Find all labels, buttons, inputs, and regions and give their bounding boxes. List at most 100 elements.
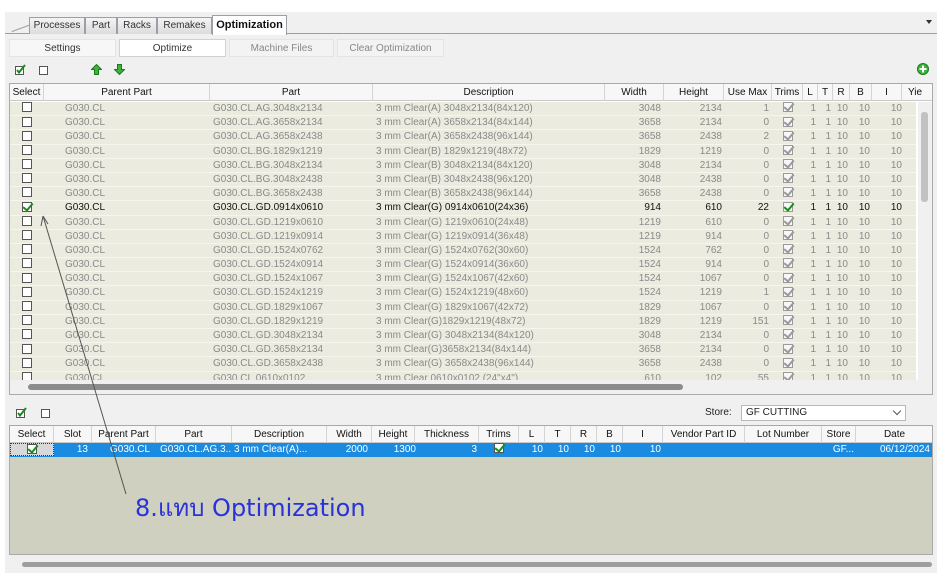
- select-checkbox[interactable]: [22, 329, 32, 340]
- part-row-sel[interactable]: [10, 130, 44, 144]
- tab-remakes[interactable]: Remakes: [157, 17, 212, 34]
- part-row[interactable]: G030.CL G030.CL.GD.1219x0914 3 mm Clear(G)…: [10, 229, 916, 244]
- col-height[interactable]: Height: [664, 84, 724, 101]
- select-checkbox[interactable]: [22, 286, 32, 297]
- select-checkbox[interactable]: [22, 343, 32, 354]
- trims-checkbox[interactable]: [782, 159, 793, 170]
- col-width[interactable]: Width: [605, 84, 664, 101]
- col-yield[interactable]: Yie: [902, 84, 932, 101]
- col-trims[interactable]: Trims: [772, 84, 803, 101]
- parts-horizontal-scrollbar[interactable]: [10, 380, 932, 394]
- col-trims[interactable]: Trims: [479, 426, 519, 443]
- part-row[interactable]: G030.CL G030.CL.BG.3048x2134 3 mm Clear(B)…: [10, 158, 916, 173]
- col-thickness[interactable]: Thickness: [415, 426, 479, 443]
- trims-checkbox[interactable]: [782, 144, 793, 155]
- part-row-sel[interactable]: [10, 215, 44, 230]
- trims-checkbox[interactable]: [782, 300, 793, 311]
- col-slot[interactable]: Slot: [54, 426, 92, 443]
- col-l[interactable]: L: [519, 426, 545, 443]
- part-row-sel[interactable]: [10, 357, 44, 371]
- col-parent-part[interactable]: Parent Part: [92, 426, 156, 443]
- part-row[interactable]: G030.CL G030.CL.GD.1524x0914 3 mm Clear(G)…: [10, 258, 916, 273]
- col-i[interactable]: I: [623, 426, 663, 443]
- subtab-settings[interactable]: Settings: [9, 39, 116, 57]
- part-row-trims[interactable]: [772, 201, 803, 215]
- parts-vertical-scrollbar[interactable]: [918, 102, 932, 380]
- part-row-sel[interactable]: [10, 343, 44, 357]
- col-part[interactable]: Part: [156, 426, 232, 443]
- col-t[interactable]: T: [818, 84, 833, 101]
- add-icon[interactable]: [917, 63, 929, 75]
- col-r[interactable]: R: [571, 426, 597, 443]
- trims-checkbox[interactable]: [782, 215, 793, 226]
- part-row-trims[interactable]: [772, 102, 803, 116]
- part-row-sel[interactable]: [10, 201, 44, 215]
- select-checkbox[interactable]: [22, 102, 32, 113]
- col-description[interactable]: Description: [232, 426, 327, 443]
- part-row-trims[interactable]: [772, 357, 803, 371]
- tab-optimization[interactable]: Optimization: [212, 15, 287, 35]
- check-all-icon[interactable]: [14, 63, 26, 75]
- col-i[interactable]: I: [872, 84, 902, 101]
- col-select[interactable]: Select: [10, 84, 44, 101]
- trims-checkbox[interactable]: [782, 343, 793, 354]
- part-row-trims[interactable]: [772, 230, 803, 244]
- part-row-sel[interactable]: [10, 144, 44, 159]
- part-row[interactable]: G030.CL G030.CL.AG.3048x2134 3 mm Clear(A)…: [10, 102, 916, 117]
- part-row[interactable]: G030.CL G030.CL.GD.1524x1219 3 mm Clear(G)…: [10, 286, 916, 301]
- subtab-clear-optimization[interactable]: Clear Optimization: [337, 39, 444, 57]
- trims-checkbox[interactable]: [782, 272, 793, 283]
- select-checkbox[interactable]: [22, 315, 32, 326]
- check-all-bottom-icon[interactable]: [15, 406, 27, 418]
- part-row[interactable]: G030.CL G030.CL.BG.1829x1219 3 mm Clear(B)…: [10, 144, 916, 159]
- select-checkbox[interactable]: [22, 272, 32, 283]
- col-store[interactable]: Store: [822, 426, 856, 443]
- select-checkbox[interactable]: [27, 444, 37, 455]
- col-date[interactable]: Date: [856, 426, 932, 443]
- col-use-max[interactable]: Use Max: [724, 84, 772, 101]
- part-row-trims[interactable]: [772, 173, 803, 187]
- part-row-trims[interactable]: [772, 144, 803, 159]
- trims-checkbox[interactable]: [782, 258, 793, 269]
- select-checkbox[interactable]: [22, 258, 32, 269]
- col-r[interactable]: R: [833, 84, 850, 101]
- trims-checkbox[interactable]: [782, 116, 793, 127]
- col-l[interactable]: L: [803, 84, 818, 101]
- select-checkbox[interactable]: [22, 357, 32, 368]
- select-checkbox[interactable]: [22, 230, 32, 241]
- part-row-sel[interactable]: [10, 116, 44, 130]
- select-checkbox[interactable]: [22, 159, 32, 170]
- select-checkbox[interactable]: [22, 300, 32, 311]
- part-row[interactable]: G030.CL G030.CL.GD.1524x0762 3 mm Clear(G)…: [10, 243, 916, 259]
- slot-row-select[interactable]: [10, 443, 54, 456]
- part-row[interactable]: G030.CL G030.CL.BG.3048x2438 3 mm Clear(B)…: [10, 172, 916, 188]
- part-row-trims[interactable]: [772, 315, 803, 329]
- parts-vertical-scroll-thumb[interactable]: [921, 112, 928, 202]
- subtab-optimize[interactable]: Optimize: [119, 39, 226, 57]
- part-row-sel[interactable]: [10, 102, 44, 116]
- col-select[interactable]: Select: [10, 426, 54, 443]
- trims-checkbox[interactable]: [782, 357, 793, 368]
- part-row[interactable]: G030.CL G030.CL.GD.1524x1067 3 mm Clear(G)…: [10, 272, 916, 287]
- part-row-sel[interactable]: [10, 272, 44, 286]
- part-row-trims[interactable]: [772, 215, 803, 230]
- part-row-sel[interactable]: [10, 315, 44, 329]
- part-row[interactable]: G030.CL G030.CL.GD.0914x0610 3 mm Clear(G)…: [10, 201, 916, 216]
- trims-checkbox[interactable]: [782, 201, 793, 212]
- part-row-trims[interactable]: [772, 272, 803, 286]
- part-row-sel[interactable]: [10, 300, 44, 315]
- part-row-trims[interactable]: [772, 258, 803, 272]
- col-width[interactable]: Width: [327, 426, 372, 443]
- arrow-down-icon[interactable]: [113, 63, 125, 75]
- part-row[interactable]: G030.CL G030.CL.GD.3658x2438 3 mm Clear(G)…: [10, 357, 916, 372]
- part-row-trims[interactable]: [772, 187, 803, 201]
- select-checkbox[interactable]: [22, 173, 32, 184]
- part-row[interactable]: G030.CL G030.CL.BG.3658x2438 3 mm Clear(B)…: [10, 187, 916, 202]
- part-row-sel[interactable]: [10, 258, 44, 272]
- trims-checkbox[interactable]: [782, 187, 793, 198]
- slot-row-trims[interactable]: [479, 443, 519, 457]
- select-checkbox[interactable]: [22, 130, 32, 141]
- part-row-sel[interactable]: [10, 159, 44, 173]
- col-b[interactable]: B: [597, 426, 623, 443]
- part-row-trims[interactable]: [772, 300, 803, 315]
